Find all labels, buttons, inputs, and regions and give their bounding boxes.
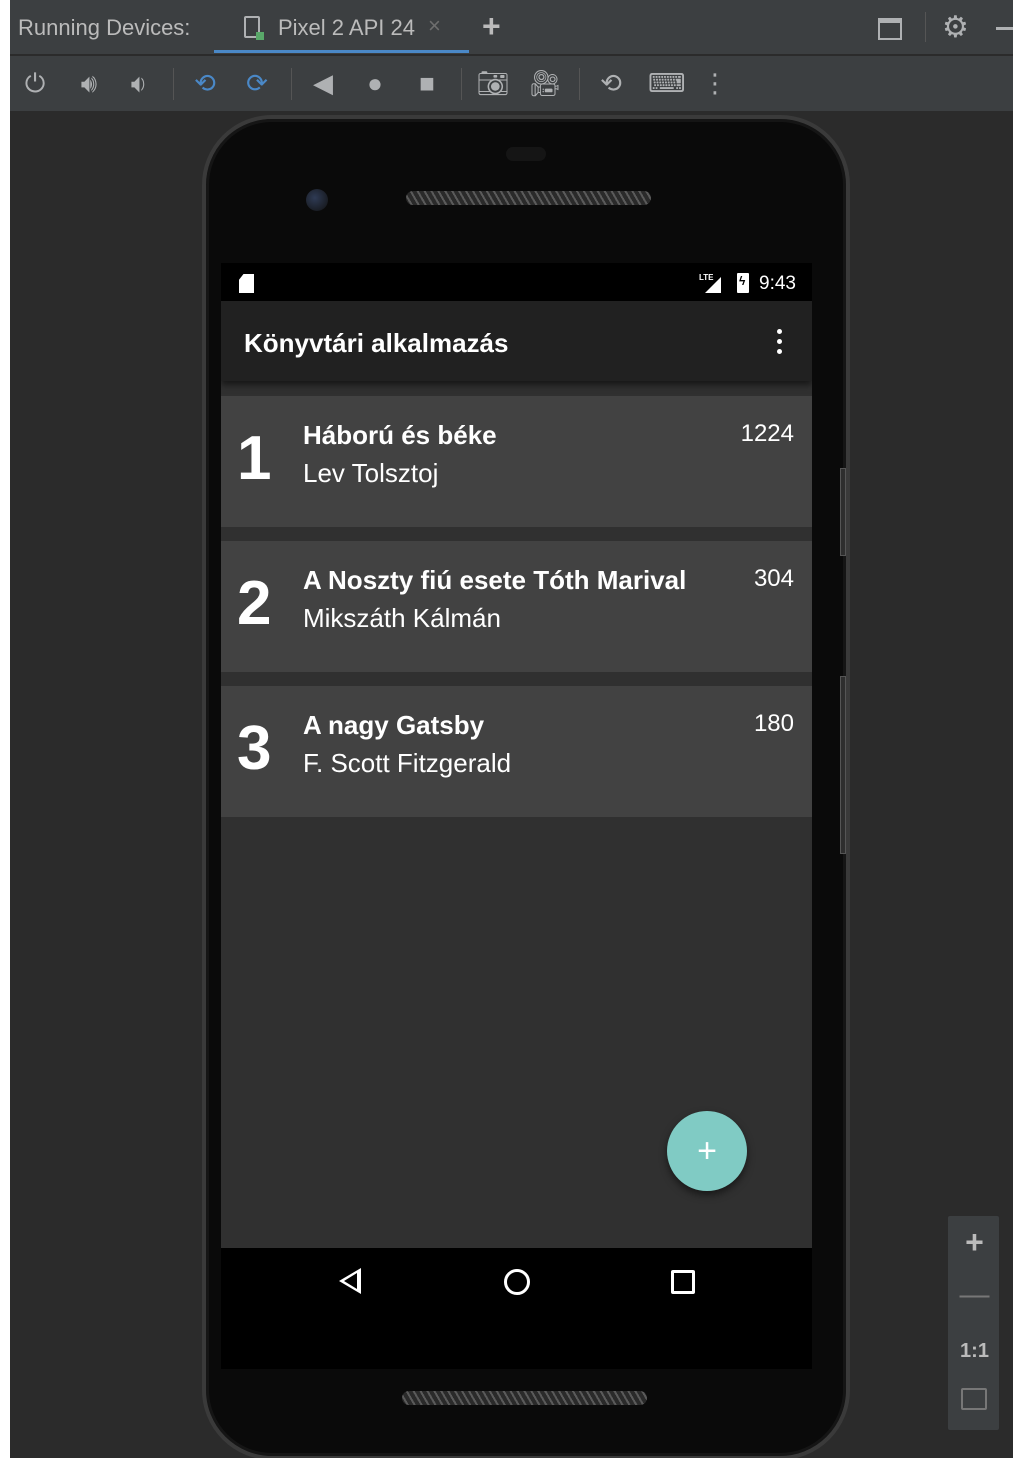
book-author: Mikszáth Kálmán — [303, 603, 501, 633]
nav-home-icon[interactable] — [504, 1269, 530, 1295]
book-title: A Noszty fiú esete Tóth Marival — [303, 565, 687, 595]
phone-side-button[interactable] — [840, 468, 846, 556]
zoom-out-button[interactable]: — — [948, 1278, 1001, 1312]
gear-icon[interactable]: ⚙ — [942, 10, 969, 45]
book-number: 1 — [237, 424, 272, 493]
book-author: F. Scott Fitzgerald — [303, 748, 512, 778]
book-pages: 1224 — [740, 420, 794, 447]
book-number: 2 — [237, 569, 272, 638]
snapshot-icon[interactable]: ⟲ — [594, 66, 628, 100]
window-options-icon[interactable] — [878, 18, 902, 40]
active-tab-underline — [214, 50, 469, 53]
phone-volume-button[interactable] — [840, 676, 846, 854]
fit-screen-icon[interactable] — [961, 1388, 987, 1410]
zoom-controls: + — 1:1 — [947, 1215, 1000, 1431]
book-list-item[interactable]: 3 A nagy Gatsby F. Scott Fitzgerald 180 — [221, 686, 812, 817]
panel-title: Running Devices: — [18, 15, 191, 40]
zoom-in-button[interactable]: + — [948, 1224, 1001, 1261]
overflow-menu-icon[interactable] — [769, 327, 789, 357]
screen-record-icon[interactable]: 🎥︎ — [528, 66, 562, 100]
book-list-item[interactable]: 1 Háború és béke Lev Tolsztoj 1224 — [221, 396, 812, 527]
battery-charging-icon — [737, 273, 749, 293]
hide-panel-icon[interactable] — [996, 27, 1013, 30]
system-nav-bar — [221, 1248, 812, 1369]
top-speaker — [406, 191, 651, 205]
nav-back-icon[interactable] — [339, 1268, 361, 1294]
device-tab[interactable]: Pixel 2 API 24 × — [214, 0, 469, 55]
book-title: A nagy Gatsby — [303, 710, 485, 740]
divider — [461, 68, 462, 100]
home-icon[interactable]: ● — [358, 66, 392, 100]
app-title: Könyvtári alkalmazás — [244, 328, 509, 358]
nav-recents-icon[interactable] — [671, 1270, 695, 1294]
divider — [173, 68, 174, 100]
emulator-toolbar: ⏻ 🔊︎ 🔉︎ ⟲ ⟳ ◀ ● ■ 📷︎ 🎥︎ ⟲ ⌨ ⋮ — [10, 56, 1013, 112]
screenshot-icon[interactable]: 📷︎ — [476, 66, 510, 100]
proximity-sensor — [506, 147, 546, 161]
divider — [291, 68, 292, 100]
close-tab-icon[interactable]: × — [428, 13, 441, 39]
status-clock: 9:43 — [759, 273, 796, 294]
rotate-right-icon[interactable]: ⟳ — [240, 66, 274, 100]
device-phone-icon — [244, 16, 264, 40]
volume-up-icon[interactable]: 🔊︎ — [72, 66, 106, 100]
sd-card-icon — [239, 274, 254, 293]
back-icon[interactable]: ◀ — [306, 66, 340, 100]
add-book-fab[interactable]: + — [667, 1111, 747, 1191]
volume-down-icon[interactable]: 🔉︎ — [122, 66, 156, 100]
more-options-icon[interactable]: ⋮ — [698, 66, 732, 100]
overview-icon[interactable]: ■ — [410, 66, 444, 100]
add-device-button[interactable]: + — [482, 8, 501, 45]
status-bar: LTE 9:43 — [221, 263, 812, 301]
actual-size-button[interactable]: 1:1 — [948, 1340, 1001, 1363]
device-screen[interactable]: LTE 9:43 Könyvtári alkalmazás 1 Háború é… — [221, 263, 812, 1369]
running-devices-tabbar: Running Devices: Pixel 2 API 24 × + ⚙ — [10, 0, 1013, 55]
power-icon[interactable]: ⏻ — [18, 66, 52, 100]
book-number: 3 — [237, 714, 272, 783]
app-bar: Könyvtári alkalmazás — [221, 301, 812, 381]
bottom-speaker — [402, 1391, 647, 1405]
book-pages: 180 — [753, 710, 794, 737]
device-tab-label: Pixel 2 API 24 — [278, 15, 415, 40]
book-author: Lev Tolsztoj — [303, 458, 439, 488]
signal-icon: LTE — [699, 273, 721, 293]
divider — [579, 68, 580, 100]
book-pages: 304 — [753, 565, 794, 592]
keyboard-icon[interactable]: ⌨ — [648, 66, 686, 100]
rotate-left-icon[interactable]: ⟲ — [188, 66, 222, 100]
book-title: Háború és béke — [303, 420, 497, 450]
divider — [925, 12, 926, 42]
front-camera-icon — [306, 189, 328, 211]
book-list-item[interactable]: 2 A Noszty fiú esete Tóth Marival Mikszá… — [221, 541, 812, 672]
